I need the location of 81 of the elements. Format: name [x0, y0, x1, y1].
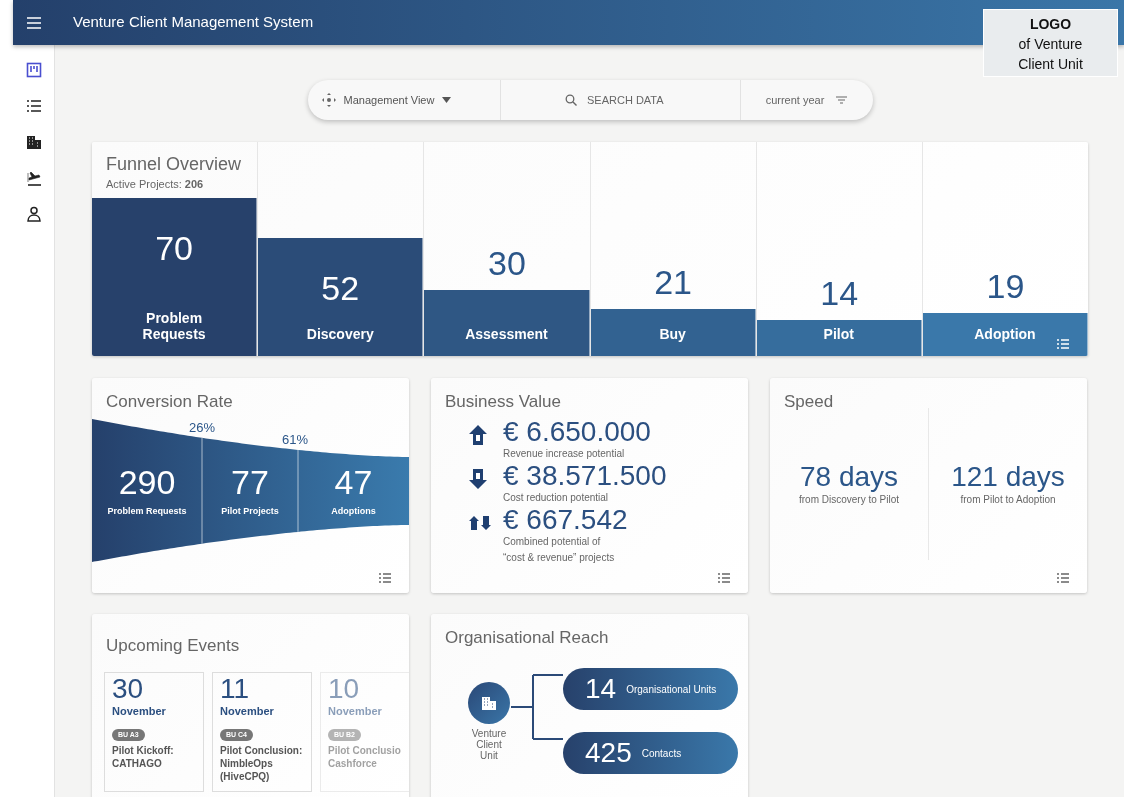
- step-count: 77: [231, 463, 269, 502]
- node-count: 425: [585, 736, 632, 771]
- stage-count: 30: [487, 245, 527, 280]
- app-title: Venture Client Management System: [73, 12, 314, 33]
- funnel-title: Funnel Overview: [106, 154, 242, 176]
- duration-value: 78 days: [799, 461, 899, 492]
- board-icon: [25, 62, 42, 78]
- stage-count: 52: [320, 271, 361, 306]
- event-month: November: [328, 704, 383, 720]
- stage-label: Problem Requests: [142, 310, 206, 342]
- funnel-bar[interactable]: 70 Problem Requests: [92, 197, 258, 356]
- funnel-bar[interactable]: 52 Discovery: [258, 238, 424, 356]
- funnel-bar[interactable]: Pilot: [756, 319, 922, 356]
- search-field[interactable]: SEARCH DATA: [585, 90, 675, 110]
- stage-label: Discovery: [306, 326, 374, 342]
- stage-count: 19: [985, 269, 1026, 304]
- event-description: Pilot Kickoff: CATHAGO: [112, 744, 175, 771]
- step-count: 290: [118, 463, 176, 502]
- duration-caption: from Pilot to Adoption: [960, 492, 1056, 507]
- card-title: Business Value: [444, 391, 562, 413]
- card-title: Conversion Rate: [105, 391, 234, 413]
- event-day: 11: [220, 675, 304, 704]
- node-label: Organisational Units: [626, 682, 717, 697]
- view-dropdown[interactable]: Management View: [307, 90, 500, 110]
- period-filter[interactable]: current year: [740, 90, 873, 110]
- list-icon: [25, 98, 42, 114]
- dropdown-caret-icon: [442, 97, 452, 103]
- value-amount: € 6.650.000: [503, 418, 651, 447]
- card-title: Upcoming Events: [105, 635, 241, 657]
- search-icon: [565, 94, 577, 106]
- step-count: 47: [334, 463, 373, 502]
- airplane-icon: [25, 170, 42, 186]
- value-caption: Cost reduction potential: [503, 491, 610, 506]
- step-label: Problem Requests: [107, 506, 187, 517]
- logo-title: LOGO: [1028, 15, 1073, 34]
- value-caption: Revenue increase potential: [503, 447, 626, 462]
- stage-label: Buy: [659, 326, 686, 342]
- conversion-rate: 61%: [282, 432, 308, 448]
- event-month: November: [220, 704, 275, 720]
- duration-caption: from Discovery to Pilot: [799, 492, 899, 507]
- event-day: 30: [112, 675, 196, 704]
- node-count: 14: [585, 672, 617, 707]
- event-description: Pilot Conclusion: NimbleOps (HiveCPQ): [220, 744, 304, 784]
- event-day: 10: [328, 675, 408, 704]
- stage-count: 70: [154, 230, 194, 265]
- up-down-arrows-icon: [469, 516, 491, 531]
- menu-icon[interactable]: [27, 16, 41, 29]
- stage-label: Adoption: [974, 326, 1036, 342]
- step-label: Pilot Projects: [221, 506, 279, 517]
- funnel-bar[interactable]: Buy: [590, 308, 756, 356]
- list-icon[interactable]: [718, 573, 730, 583]
- funnel-subtitle: Active Projects: 206: [106, 176, 205, 192]
- filter-icon: [836, 96, 848, 104]
- building-icon: [25, 134, 42, 150]
- step-label: Adoptions: [331, 506, 376, 517]
- list-icon[interactable]: [1057, 573, 1069, 583]
- stage-label: Assessment: [465, 326, 548, 342]
- value-amount: € 667.542: [503, 506, 628, 535]
- value-amount: € 38.571.500: [503, 462, 667, 491]
- funnel-bar[interactable]: Adoption: [922, 313, 1088, 356]
- funnel-bar[interactable]: Assessment: [424, 289, 590, 356]
- stage-count: 21: [653, 264, 693, 299]
- person-icon: [25, 206, 42, 222]
- card-title: Speed: [783, 391, 835, 413]
- stage-count: 14: [819, 275, 860, 310]
- card-title: Organisational Reach: [444, 627, 610, 649]
- building-icon: [481, 694, 497, 711]
- list-icon[interactable]: [379, 573, 391, 583]
- event-month: November: [112, 704, 167, 720]
- node-label: Contacts: [641, 746, 682, 761]
- logo-text: of Venture Client Unit: [1018, 36, 1083, 72]
- down-arrow-icon: [469, 469, 487, 490]
- duration-value: 121 days: [951, 461, 1065, 492]
- value-caption: Combined potential of “cost & revenue” projects: [503, 535, 616, 566]
- up-arrow-icon: [469, 425, 487, 446]
- move-icon: [321, 93, 336, 107]
- hub-label: Venture Client Unit: [471, 727, 507, 761]
- event-description: Pilot Conclusio Cashforce: [328, 744, 402, 771]
- stage-label: Pilot: [823, 326, 854, 342]
- connector-lines: [511, 674, 563, 741]
- conversion-rate: 26%: [189, 420, 215, 436]
